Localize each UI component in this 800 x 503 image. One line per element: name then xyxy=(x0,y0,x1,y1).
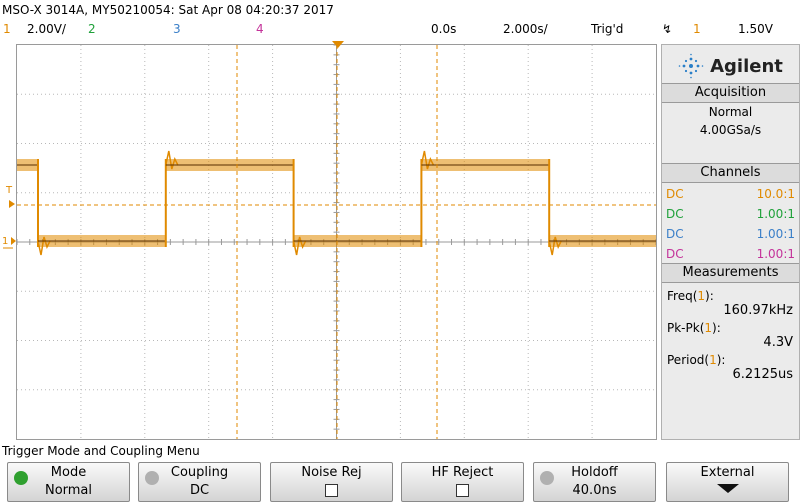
checkbox-icon xyxy=(325,484,338,497)
channel-row-2: DC 1.00:1 xyxy=(664,204,797,224)
acquisition-header: Acquisition xyxy=(662,83,799,103)
ch1-number[interactable]: 1 xyxy=(3,22,11,38)
channel-row-1: DC 10.0:1 xyxy=(664,184,797,204)
holdoff-softkey[interactable]: Holdoff 40.0ns xyxy=(533,462,656,502)
trigger-source[interactable]: 1 xyxy=(693,22,701,38)
measurement-label: Freq(1): xyxy=(667,289,714,303)
channel-probe-ratio: 10.0:1 xyxy=(756,187,795,201)
brand-logo: Agilent xyxy=(662,47,799,85)
noise-reject-softkey[interactable]: Noise Rej xyxy=(270,462,393,502)
ch1-ground-marker-icon: 1 xyxy=(2,236,8,247)
mode-softkey[interactable]: Mode Normal xyxy=(7,462,130,502)
info-sidebar: Agilent Acquisition Normal 4.00GSa/s Cha… xyxy=(661,44,800,440)
checkbox-icon xyxy=(456,484,469,497)
waveform-display[interactable] xyxy=(16,44,690,440)
trigger-slope-icon: ↯ xyxy=(662,22,673,36)
measurement-value: 160.97kHz xyxy=(723,303,793,318)
measurement-label: Period(1): xyxy=(667,353,726,367)
channel-probe-ratio: 1.00:1 xyxy=(756,207,795,221)
measurement-value: 4.3V xyxy=(763,335,793,350)
ch3-number[interactable]: 3 xyxy=(173,22,181,38)
measurement-label: Pk-Pk(1): xyxy=(667,321,721,335)
ch4-number[interactable]: 4 xyxy=(256,22,264,38)
down-arrow-icon xyxy=(716,484,739,493)
brand-name: Agilent xyxy=(710,55,783,77)
ch2-number[interactable]: 2 xyxy=(88,22,96,38)
channel-coupling: DC xyxy=(666,207,684,221)
measurement-value: 6.2125us xyxy=(732,367,794,382)
channel-row-3: DC 1.00:1 xyxy=(664,224,797,244)
acquisition-panel: Normal 4.00GSa/s xyxy=(664,105,797,141)
ch1-scale[interactable]: 2.00V/ xyxy=(27,22,66,38)
ch1-arrow-icon xyxy=(11,237,16,245)
channels-header: Channels xyxy=(662,163,799,183)
time-position[interactable]: 0.0s xyxy=(431,22,456,38)
window-title: MSO-X 3014A, MY50210054: Sat Apr 08 04:2… xyxy=(2,3,334,17)
trigger-state: Trig'd xyxy=(591,22,624,36)
rotate-knob-icon xyxy=(14,471,28,485)
channel-probe-ratio: 1.00:1 xyxy=(756,247,795,261)
channels-panel: DC 10.0:1 DC 1.00:1 DC 1.00:1 DC 1.00:1 xyxy=(664,184,797,264)
trigger-level[interactable]: 1.50V xyxy=(738,22,773,38)
agilent-spark-icon xyxy=(678,53,704,79)
channel-coupling: DC xyxy=(666,187,684,201)
graticule xyxy=(16,44,690,439)
hf-reject-softkey[interactable]: HF Reject xyxy=(401,462,524,502)
menu-title: Trigger Mode and Coupling Menu xyxy=(2,444,200,458)
measurements-header: Measurements xyxy=(662,263,799,283)
external-softkey[interactable]: External xyxy=(666,462,789,502)
channel-probe-ratio: 1.00:1 xyxy=(756,227,795,241)
rotate-knob-icon xyxy=(145,471,159,485)
channel-row-4: DC 1.00:1 xyxy=(664,244,797,264)
trigger-level-marker-icon xyxy=(9,200,15,208)
trigger-position-marker-icon xyxy=(332,41,344,48)
channel-markers: T 1 xyxy=(2,185,16,249)
channel-coupling: DC xyxy=(666,227,684,241)
coupling-softkey[interactable]: Coupling DC xyxy=(138,462,261,502)
trigger-t-icon: T xyxy=(5,185,13,196)
acquisition-rate: 4.00GSa/s xyxy=(699,123,762,137)
rotate-knob-icon xyxy=(540,471,554,485)
acquisition-mode: Normal xyxy=(708,105,753,119)
measurements-panel: Freq(1): 160.97kHz Pk-Pk(1): 4.3V Period(1):… xyxy=(664,285,797,382)
channel-coupling: DC xyxy=(666,247,684,261)
time-scale[interactable]: 2.000s/ xyxy=(503,22,548,38)
